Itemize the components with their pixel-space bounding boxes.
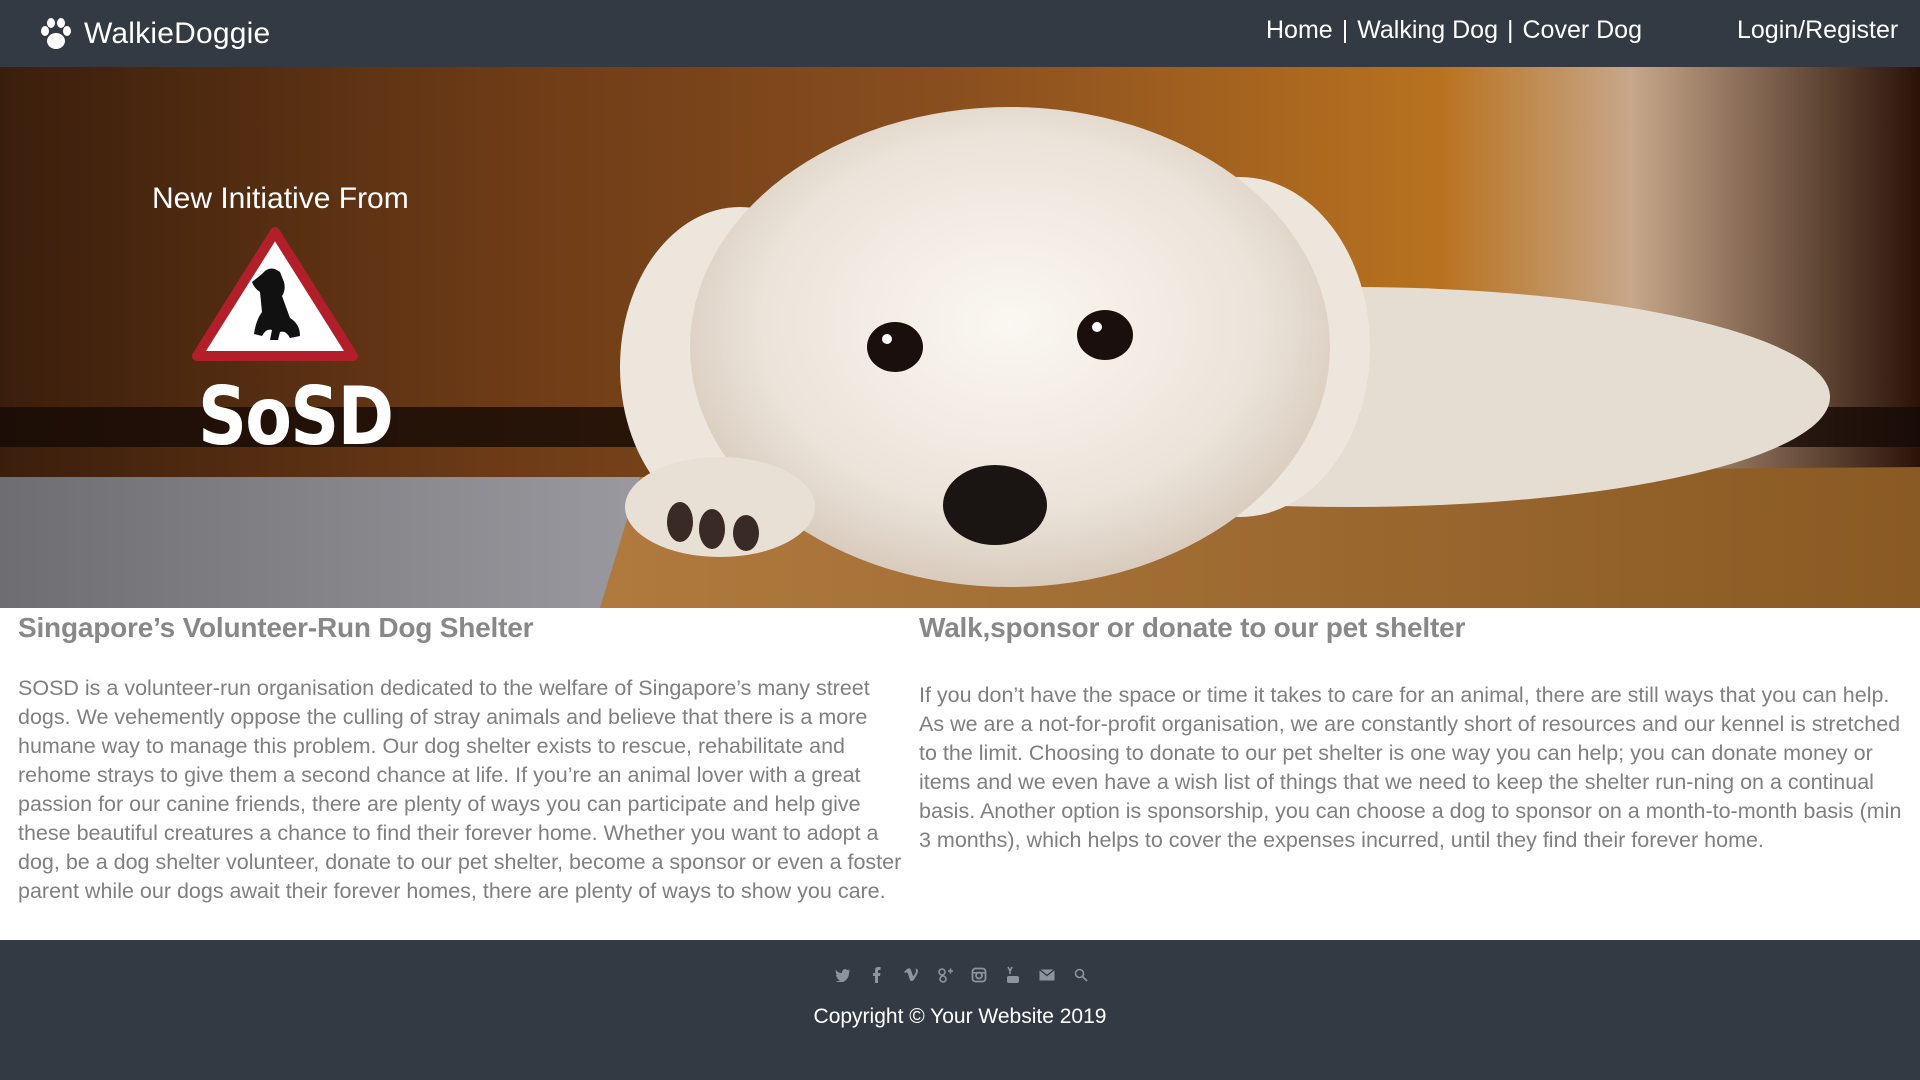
shelter-intro-body: SOSD is a volunteer-run organisation ded… [18,676,902,903]
search-icon[interactable] [1071,965,1091,985]
paw-icon [41,18,71,49]
brand-name: WalkieDoggie [84,17,271,50]
nav-walking-dog-link[interactable]: Walking Dog [1357,16,1498,45]
shelter-intro-section: Singapore’s Volunteer-Run Dog Shelter SO… [18,612,906,906]
top-navbar: WalkieDoggie Home | Walking Dog | Cover … [0,0,1920,67]
google-plus-icon[interactable] [935,965,955,985]
nav-cover-dog-link[interactable]: Cover Dog [1522,16,1642,45]
hero-banner: New Initiative From SoSD [0,67,1920,608]
shelter-intro-heading: Singapore’s Volunteer-Run Dog Shelter [18,612,534,643]
nav-home-link[interactable]: Home [1266,16,1333,45]
social-links [833,965,1091,985]
mail-icon[interactable] [1037,965,1057,985]
sosd-logo-text: SoSD [198,370,394,463]
youtube-icon[interactable] [1003,965,1023,985]
facebook-icon[interactable] [867,965,887,985]
main-menu: Home | Walking Dog | Cover Dog [1266,16,1642,45]
footer: Copyright © Your Website 2019 [0,940,1920,1080]
brand[interactable]: WalkieDoggie [36,12,270,56]
copyright-text: Copyright © Your Website 2019 [813,1005,1107,1028]
twitter-icon[interactable] [833,965,853,985]
hero-subtitle: New Initiative From [152,182,409,215]
vimeo-icon[interactable] [901,965,921,985]
instagram-icon[interactable] [969,965,989,985]
login-register-link[interactable]: Login/Register [1737,16,1898,45]
donate-section: Walk,sponsor or donate to our pet shelte… [919,612,1909,855]
nav-separator: | [1506,16,1514,44]
nav-separator: | [1341,16,1349,44]
donate-body: If you don’t have the space or time it t… [919,683,1902,852]
sitting-dog-warning-icon [192,227,358,361]
donate-heading: Walk,sponsor or donate to our pet shelte… [919,612,1466,643]
